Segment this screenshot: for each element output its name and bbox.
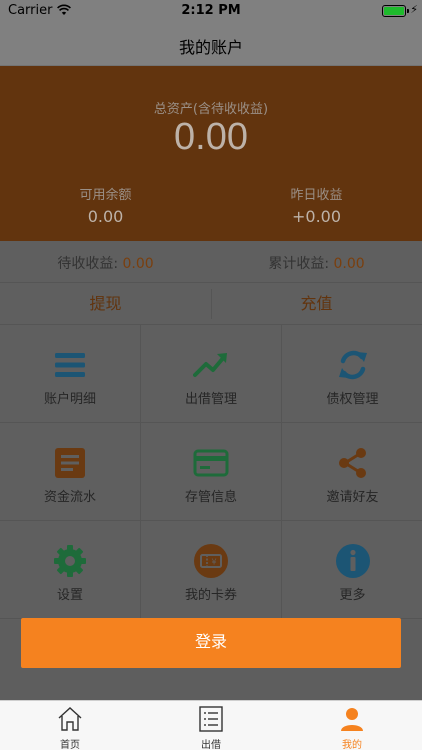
document-icon: [55, 448, 85, 478]
grid-item-label: 我的卡券: [184, 588, 237, 603]
svg-text:¥: ¥: [211, 558, 216, 567]
cumulative-income-label: 累计收益:: [268, 256, 334, 272]
grid-item-lending-management[interactable]: 出借管理: [141, 325, 282, 423]
yesterday-income: 昨日收益 +0.00: [211, 184, 422, 226]
grid-item-settings[interactable]: 设置: [0, 521, 141, 619]
available-balance: 可用余额 0.00: [0, 184, 211, 226]
grid-item-label: 债权管理: [326, 392, 379, 407]
income-row: 待收收益: 0.00 累计收益: 0.00: [0, 241, 422, 283]
withdraw-button[interactable]: 提现: [0, 283, 211, 325]
tab-lending[interactable]: 出借: [141, 701, 281, 750]
pending-income-label: 待收收益:: [57, 256, 123, 272]
available-balance-value: 0.00: [87, 207, 124, 226]
grid-item-invite-friends[interactable]: 邀请好友: [282, 423, 422, 521]
grid-item-label: 资金流水: [43, 490, 96, 505]
cumulative-income-value: 0.00: [333, 256, 365, 272]
status-time: 2:12 PM: [181, 3, 241, 18]
tab-label: 我的: [342, 740, 362, 750]
home-icon: [58, 707, 82, 731]
total-assets-value: 0.00: [174, 116, 248, 158]
grid-item-account-details[interactable]: 账户明细: [0, 325, 141, 423]
grid-item-claims-management[interactable]: 债权管理: [282, 325, 422, 423]
tab-label: 出借: [201, 740, 221, 750]
share-icon: [338, 448, 366, 478]
page-title: 我的账户: [178, 38, 243, 57]
grid-item-more[interactable]: 更多: [282, 521, 422, 619]
pending-income: 待收收益: 0.00: [0, 253, 211, 273]
yesterday-income-label: 昨日收益: [290, 188, 343, 203]
navigation-bar: 我的账户: [0, 22, 422, 66]
recharge-button[interactable]: 充值: [211, 283, 422, 325]
available-balance-label: 可用余额: [79, 188, 132, 203]
account-summary: 总资产(含待收收益) 0.00 可用余额 0.00 昨日收益 +0.00: [0, 66, 422, 241]
login-button[interactable]: 登录: [21, 618, 401, 668]
gear-icon: [54, 545, 86, 577]
coupon-icon: ¥: [194, 544, 228, 578]
grid-item-fund-flow[interactable]: 资金流水: [0, 423, 141, 521]
tab-home[interactable]: 首页: [0, 701, 140, 750]
refresh-icon: [338, 350, 367, 380]
card-icon: [193, 449, 229, 477]
function-grid: 账户明细 出借管理 债权管理 资金流水 存管信息 邀请好友 设置 ¥ 我的卡券 …: [0, 325, 422, 620]
tab-label: 首页: [60, 740, 80, 750]
cumulative-income: 累计收益: 0.00: [211, 253, 422, 273]
yesterday-income-value: +0.00: [291, 207, 342, 226]
tab-mine[interactable]: 我的: [282, 701, 422, 750]
pending-income-value: 0.00: [122, 256, 154, 272]
fund-actions: 提现 充值: [0, 283, 422, 325]
grid-item-label: 设置: [56, 588, 83, 603]
grid-item-custody-info[interactable]: 存管信息: [141, 423, 282, 521]
trend-up-icon: [193, 353, 227, 377]
info-icon: [335, 544, 370, 578]
tab-bar: 首页 出借 我的: [0, 700, 422, 750]
battery-icon: [382, 5, 409, 17]
list-doc-icon: [199, 706, 223, 732]
charging-icon: ⚡: [410, 3, 418, 16]
grid-item-label: 出借管理: [184, 392, 237, 407]
status-bar: Carrier 2:12 PM ⚡: [0, 0, 422, 22]
list-icon: [55, 353, 85, 377]
grid-item-label: 账户明细: [43, 392, 96, 407]
grid-item-label: 邀请好友: [326, 490, 379, 505]
total-assets-label: 总资产(含待收收益): [153, 102, 269, 117]
person-icon: [341, 708, 363, 731]
grid-item-label: 存管信息: [184, 490, 237, 505]
grid-item-my-coupons[interactable]: ¥ 我的卡券: [141, 521, 282, 619]
grid-item-label: 更多: [339, 588, 366, 603]
